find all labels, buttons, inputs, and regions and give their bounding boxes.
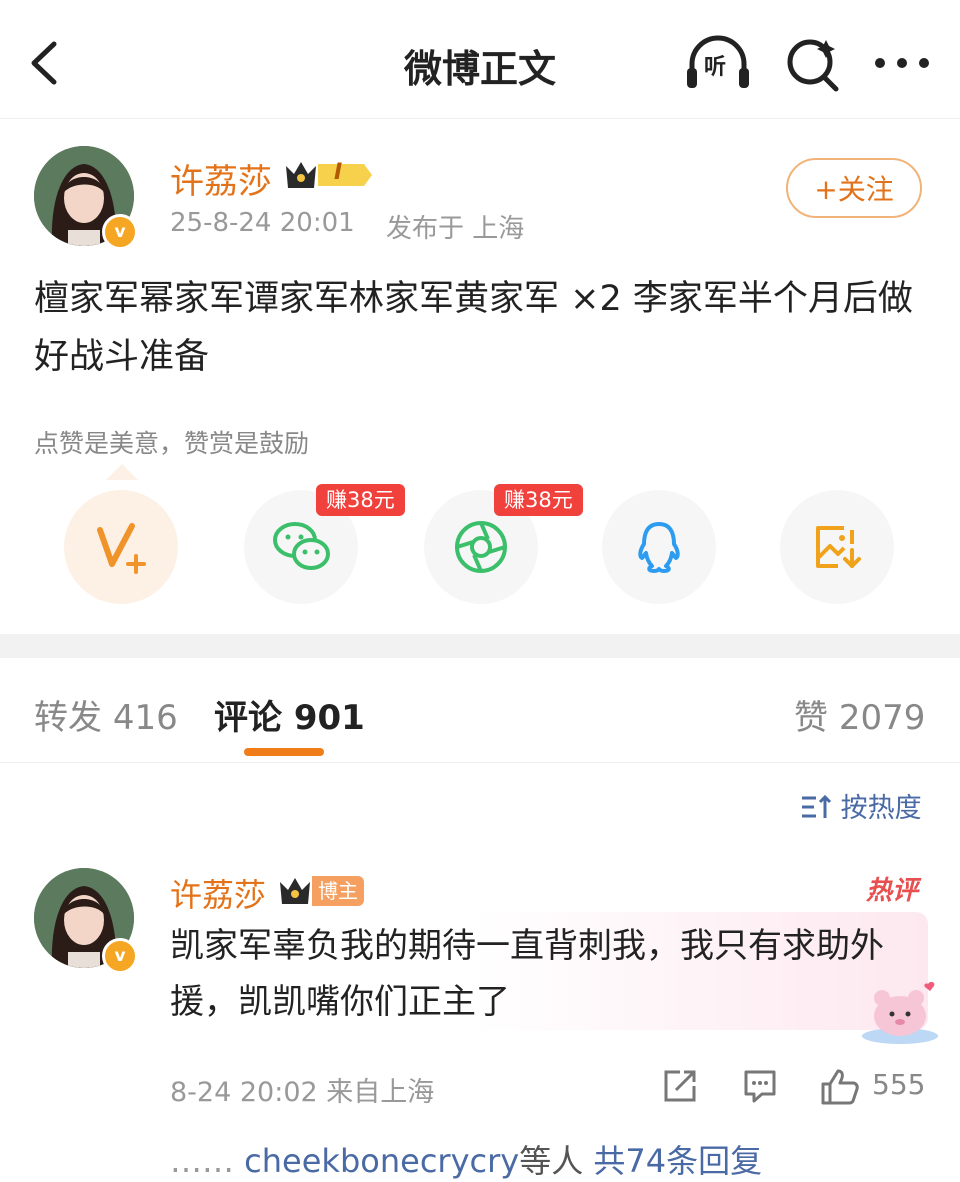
post-timestamp: 25-8-24 20:01	[170, 208, 355, 238]
reply-summary[interactable]: …… cheekbonecrycry等人 共74条回复	[170, 1136, 762, 1182]
section-divider	[0, 634, 960, 658]
comment-body: 凯家军辜负我的期待一直背刺我，我只有求助外援，凯凯嘴你们正主了	[170, 926, 884, 1022]
v-plus-icon	[97, 523, 146, 574]
thumbs-up-icon[interactable]	[820, 1068, 860, 1106]
sort-icon	[802, 794, 832, 818]
comment-author-name[interactable]: 许荔莎	[170, 870, 266, 916]
tab-label: 评论	[214, 698, 282, 738]
reply-suffix: 等人	[519, 1142, 584, 1180]
crown-icon	[286, 162, 372, 188]
more-icon[interactable]	[868, 32, 936, 94]
tab-label: 赞	[794, 698, 828, 738]
sort-toggle[interactable]: 按热度	[800, 786, 922, 825]
tab-reposts[interactable]: 转发 416	[34, 690, 178, 739]
reply-users[interactable]: cheekbonecrycry	[244, 1142, 519, 1180]
image-download-icon	[816, 526, 861, 568]
hot-comment-label: 热评	[866, 876, 919, 906]
reward-button[interactable]	[64, 490, 178, 604]
verified-badge-icon: v	[102, 214, 138, 250]
reward-tip: 点赞是美意，赞赏是鼓励	[34, 429, 310, 458]
blogger-tag: 博主	[312, 876, 364, 906]
save-image-button[interactable]	[780, 490, 894, 604]
crown-icon	[280, 878, 310, 904]
comment-location: 来自上海	[326, 1077, 435, 1108]
level-number: I	[334, 160, 343, 185]
tab-comments[interactable]: 评论 901	[214, 690, 365, 739]
qq-share-button[interactable]	[602, 490, 716, 604]
sort-label: 按热度	[840, 793, 922, 824]
comment-meta: 8-24 20:02 来自上海	[170, 1070, 434, 1109]
qq-penguin-icon	[638, 522, 680, 573]
tip-pointer	[106, 464, 138, 480]
reply-count[interactable]: 共74条回复	[593, 1142, 762, 1180]
tab-count: 2079	[838, 698, 926, 738]
tab-likes[interactable]: 赞 2079	[794, 690, 925, 739]
like-count: 555	[872, 1068, 926, 1101]
wechat-icon	[273, 522, 330, 570]
active-tab-indicator	[244, 748, 324, 756]
post-body: 檀家军幂家军谭家军林家军黄家军 ×2 李家军半个月后做好战斗准备	[34, 279, 913, 377]
member-level-badge: I	[284, 158, 374, 196]
moments-aperture-icon	[455, 521, 507, 573]
follow-button[interactable]: +关注	[786, 158, 922, 218]
author-name[interactable]: 许荔莎	[170, 154, 272, 203]
earn-badge: 赚38元	[316, 484, 405, 516]
earn-badge: 赚38元	[494, 484, 583, 516]
top-bar: 微博正文 听	[0, 0, 960, 119]
bear-sticker-icon	[862, 981, 938, 1044]
search-icon[interactable]	[780, 32, 848, 94]
tab-count: 416	[112, 698, 178, 738]
tab-count: 901	[293, 698, 365, 738]
verified-badge-icon: v	[102, 938, 138, 974]
comment-icon[interactable]	[742, 1068, 778, 1104]
listen-button[interactable]: 听	[684, 32, 752, 94]
tab-label: 转发	[34, 698, 102, 738]
post-location: 发布于 上海	[386, 214, 525, 244]
comment-time: 8-24 20:02	[170, 1077, 318, 1108]
share-icon[interactable]	[662, 1068, 698, 1104]
reply-dots: ……	[170, 1142, 245, 1180]
listen-label: 听	[704, 55, 727, 80]
tab-divider	[0, 762, 960, 763]
